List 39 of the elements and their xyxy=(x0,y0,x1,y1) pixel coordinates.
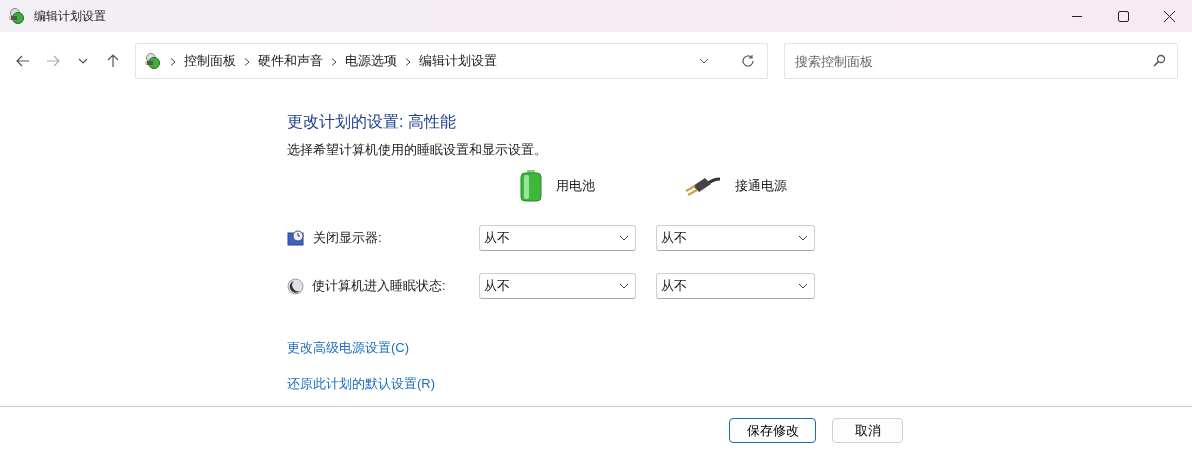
setting-label: 关闭显示器: xyxy=(313,229,382,247)
link[interactable]: 还原此计划的默认设置(R) xyxy=(287,375,436,393)
moon-icon xyxy=(287,277,304,295)
chevron-down-icon xyxy=(798,235,808,241)
power-options-icon xyxy=(144,52,162,70)
page-heading: 更改计划的设置: 高性能 xyxy=(287,112,457,132)
power-options-icon xyxy=(8,7,26,25)
column-label: 接通电源 xyxy=(734,177,787,195)
link[interactable]: 更改高级电源设置(C) xyxy=(287,339,410,357)
dropdown[interactable]: 从不 xyxy=(479,225,636,251)
description-text: 选择希望计算机使用的睡眠设置和显示设置。 xyxy=(287,141,548,159)
dropdown[interactable]: 从不 xyxy=(656,273,815,299)
dialog-button[interactable]: 取消 xyxy=(832,418,903,443)
breadcrumb-item[interactable]: 电源选项 xyxy=(345,52,397,70)
refresh-icon[interactable] xyxy=(741,54,755,68)
chevron-right-icon xyxy=(170,57,176,66)
breadcrumb-item[interactable]: 硬件和声音 xyxy=(258,52,323,70)
chevron-down-icon xyxy=(619,235,629,241)
monitor-clock-icon xyxy=(287,230,305,246)
search-field[interactable]: 搜索控制面板 xyxy=(784,43,1178,79)
chevron-down-icon[interactable] xyxy=(699,58,709,64)
dropdown[interactable]: 从不 xyxy=(656,225,815,251)
chevron-right-icon xyxy=(331,57,337,66)
maximize-icon xyxy=(1117,10,1129,22)
close-icon xyxy=(1163,10,1175,22)
column-label: 用电池 xyxy=(556,177,595,195)
dropdown[interactable]: 从不 xyxy=(479,273,636,299)
breadcrumb-item[interactable]: 控制面板 xyxy=(184,52,236,70)
battery-icon xyxy=(520,170,542,202)
dialog-button[interactable]: 保存修改 xyxy=(729,418,816,443)
address-bar[interactable]: 控制面板 硬件和声音 电源选项 编辑计划设置 xyxy=(135,43,768,79)
chevron-right-icon xyxy=(244,57,250,66)
window-title: 编辑计划设置 xyxy=(34,7,106,25)
chevron-right-icon xyxy=(405,57,411,66)
setting-label: 使计算机进入睡眠状态: xyxy=(312,277,446,295)
breadcrumb-item[interactable]: 编辑计划设置 xyxy=(419,52,497,70)
search-icon[interactable] xyxy=(1153,54,1166,67)
chevron-down-icon xyxy=(798,283,808,289)
chevron-down-icon xyxy=(619,283,629,289)
